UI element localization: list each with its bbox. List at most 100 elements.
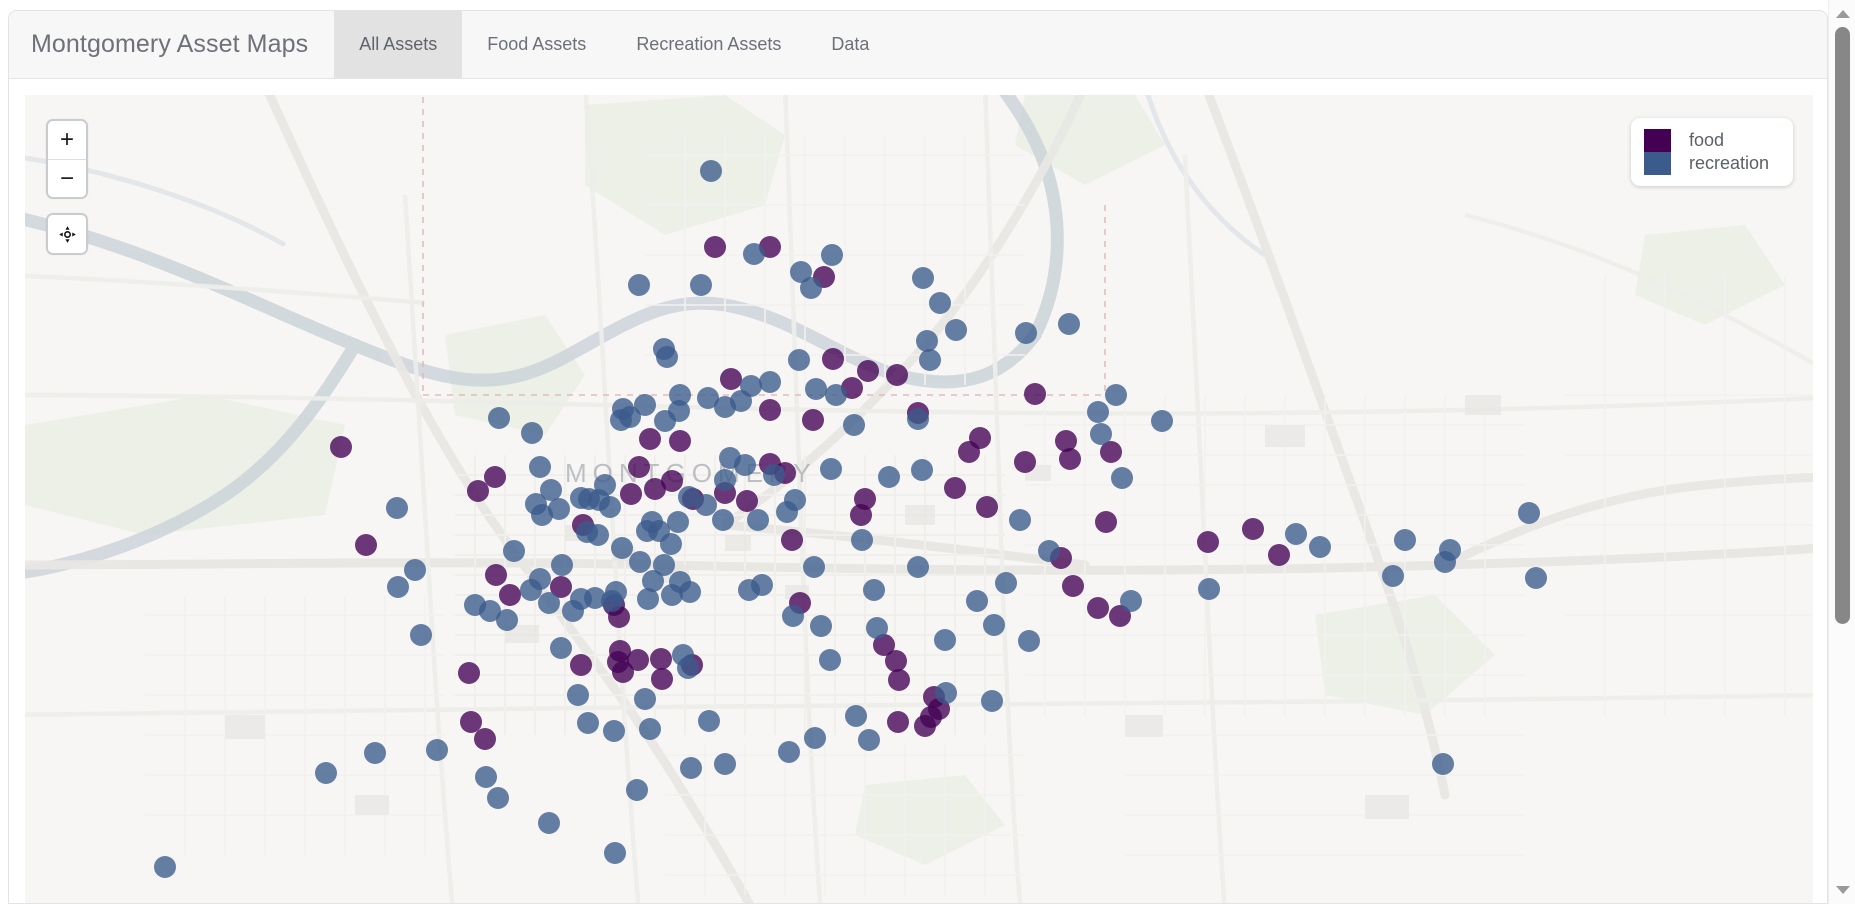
- asset-dot-recreation[interactable]: [935, 682, 957, 704]
- asset-dot-recreation[interactable]: [487, 787, 509, 809]
- asset-dot-food[interactable]: [1024, 383, 1046, 405]
- asset-dot-recreation[interactable]: [654, 410, 676, 432]
- asset-dot-recreation[interactable]: [866, 617, 888, 639]
- asset-dot-recreation[interactable]: [1198, 578, 1220, 600]
- asset-dot-recreation[interactable]: [677, 657, 699, 679]
- asset-dot-recreation[interactable]: [751, 574, 773, 596]
- asset-dot-recreation[interactable]: [1518, 502, 1540, 524]
- asset-dot-recreation[interactable]: [529, 456, 551, 478]
- asset-dot-food[interactable]: [1059, 448, 1081, 470]
- asset-dot-recreation[interactable]: [610, 409, 632, 431]
- asset-dot-food[interactable]: [607, 651, 629, 673]
- asset-dot-recreation[interactable]: [1434, 551, 1456, 573]
- asset-dot-recreation[interactable]: [587, 524, 609, 546]
- asset-dot-recreation[interactable]: [851, 529, 873, 551]
- asset-dot-recreation[interactable]: [656, 346, 678, 368]
- asset-dot-food[interactable]: [781, 529, 803, 551]
- asset-dot-recreation[interactable]: [680, 757, 702, 779]
- asset-dot-recreation[interactable]: [604, 842, 626, 864]
- asset-dot-food[interactable]: [1062, 575, 1084, 597]
- asset-dot-recreation[interactable]: [763, 464, 785, 486]
- asset-dot-food[interactable]: [704, 236, 726, 258]
- asset-dot-recreation[interactable]: [734, 454, 756, 476]
- asset-dot-recreation[interactable]: [1394, 529, 1416, 551]
- asset-dot-recreation[interactable]: [475, 766, 497, 788]
- asset-dot-recreation[interactable]: [995, 572, 1017, 594]
- asset-dot-recreation[interactable]: [912, 267, 934, 289]
- asset-dot-recreation[interactable]: [538, 592, 560, 614]
- asset-dot-food[interactable]: [759, 399, 781, 421]
- asset-dot-recreation[interactable]: [634, 394, 656, 416]
- asset-dot-recreation[interactable]: [364, 742, 386, 764]
- asset-dot-food[interactable]: [628, 456, 650, 478]
- asset-dot-recreation[interactable]: [800, 277, 822, 299]
- asset-dot-recreation[interactable]: [426, 739, 448, 761]
- asset-dot-food[interactable]: [355, 534, 377, 556]
- asset-dot-recreation[interactable]: [784, 489, 806, 511]
- asset-dot-recreation[interactable]: [660, 533, 682, 555]
- asset-dot-recreation[interactable]: [778, 741, 800, 763]
- asset-dot-recreation[interactable]: [945, 319, 967, 341]
- asset-dot-recreation[interactable]: [878, 466, 900, 488]
- asset-dot-recreation[interactable]: [919, 349, 941, 371]
- asset-dot-food[interactable]: [822, 348, 844, 370]
- asset-dot-recreation[interactable]: [567, 684, 589, 706]
- asset-dot-food[interactable]: [570, 654, 592, 676]
- asset-dot-food[interactable]: [1242, 518, 1264, 540]
- asset-dot-recreation[interactable]: [488, 407, 510, 429]
- tab-food-assets[interactable]: Food Assets: [462, 11, 611, 78]
- asset-dot-recreation[interactable]: [759, 371, 781, 393]
- asset-dot-recreation[interactable]: [1087, 401, 1109, 423]
- asset-dot-recreation[interactable]: [521, 422, 543, 444]
- asset-dot-food[interactable]: [458, 662, 480, 684]
- asset-dot-recreation[interactable]: [503, 540, 525, 562]
- asset-dot-recreation[interactable]: [599, 496, 621, 518]
- asset-dot-recreation[interactable]: [712, 509, 734, 531]
- scroll-down-arrow[interactable]: [1829, 880, 1855, 900]
- asset-dot-recreation[interactable]: [679, 581, 701, 603]
- asset-dot-recreation[interactable]: [730, 390, 752, 412]
- asset-dot-recreation[interactable]: [386, 497, 408, 519]
- asset-dot-recreation[interactable]: [743, 243, 765, 265]
- legend-item-recreation[interactable]: recreation: [1643, 152, 1769, 175]
- asset-dot-recreation[interactable]: [1525, 567, 1547, 589]
- asset-dot-recreation[interactable]: [594, 474, 616, 496]
- asset-dot-recreation[interactable]: [637, 588, 659, 610]
- asset-dot-recreation[interactable]: [577, 712, 599, 734]
- asset-dot-recreation[interactable]: [1309, 536, 1331, 558]
- tab-data[interactable]: Data: [806, 11, 894, 78]
- tab-recreation-assets[interactable]: Recreation Assets: [611, 11, 806, 78]
- asset-dot-food[interactable]: [720, 368, 742, 390]
- asset-dot-recreation[interactable]: [1285, 523, 1307, 545]
- asset-dot-food[interactable]: [1095, 511, 1117, 533]
- asset-dot-recreation[interactable]: [538, 812, 560, 834]
- asset-dot-recreation[interactable]: [782, 605, 804, 627]
- asset-dot-recreation[interactable]: [410, 624, 432, 646]
- asset-dot-food[interactable]: [644, 478, 666, 500]
- asset-dot-food[interactable]: [857, 360, 879, 382]
- asset-dot-recreation[interactable]: [1090, 423, 1112, 445]
- asset-dot-recreation[interactable]: [714, 753, 736, 775]
- asset-dot-recreation[interactable]: [911, 459, 933, 481]
- asset-dot-recreation[interactable]: [603, 720, 625, 742]
- asset-dot-recreation[interactable]: [1018, 630, 1040, 652]
- asset-dot-recreation[interactable]: [929, 292, 951, 314]
- asset-dot-recreation[interactable]: [550, 637, 572, 659]
- asset-dot-recreation[interactable]: [821, 244, 843, 266]
- asset-dot-recreation[interactable]: [825, 384, 847, 406]
- asset-dot-recreation[interactable]: [1058, 313, 1080, 335]
- asset-dot-food[interactable]: [669, 430, 691, 452]
- asset-dot-food[interactable]: [887, 711, 909, 733]
- asset-dot-recreation[interactable]: [1015, 322, 1037, 344]
- asset-dot-recreation[interactable]: [667, 511, 689, 533]
- asset-dot-recreation[interactable]: [1151, 410, 1173, 432]
- asset-dot-food[interactable]: [460, 711, 482, 733]
- asset-dot-recreation[interactable]: [520, 579, 542, 601]
- asset-dot-food[interactable]: [1087, 597, 1109, 619]
- asset-dot-recreation[interactable]: [626, 779, 648, 801]
- asset-dot-food[interactable]: [1197, 531, 1219, 553]
- asset-dot-food[interactable]: [330, 436, 352, 458]
- asset-dot-recreation[interactable]: [934, 629, 956, 651]
- asset-dot-recreation[interactable]: [966, 590, 988, 612]
- asset-dot-recreation[interactable]: [907, 556, 929, 578]
